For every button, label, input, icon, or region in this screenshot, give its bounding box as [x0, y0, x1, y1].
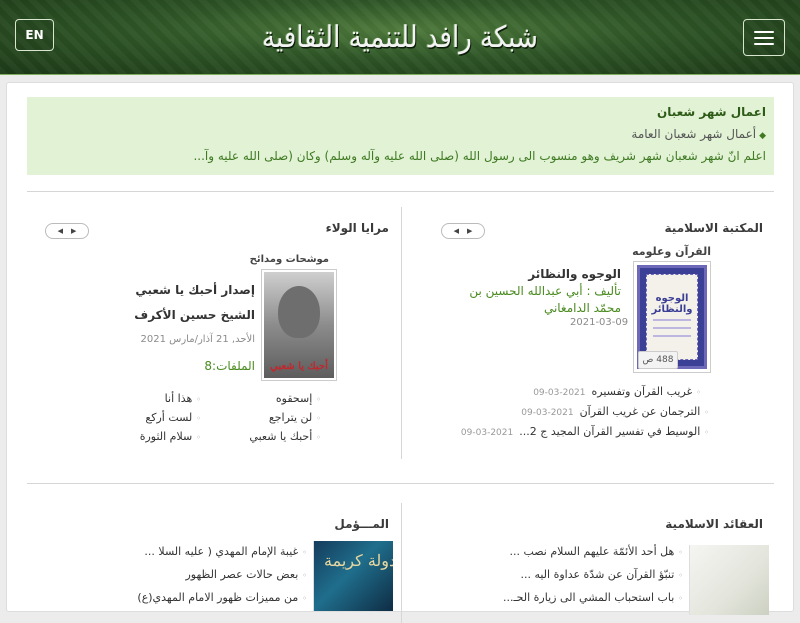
artist-name[interactable]: الشيخ حسين الأكرف	[134, 308, 255, 322]
bullet-icon: ◦	[696, 388, 701, 397]
notice-box: اعمال شهر شعبان ◆أعمال شهر شعبان العامة …	[27, 97, 774, 175]
list-item[interactable]: ◦غريب القرآن وتفسيره2021-03-09	[533, 385, 701, 398]
book-title[interactable]: الوجوه والنظائر	[528, 267, 621, 281]
bullet-icon: ◦	[196, 414, 201, 423]
bullet-icon: ◦	[678, 571, 683, 580]
aqaid-thumbnail[interactable]	[689, 545, 769, 615]
library-section-title[interactable]: المكتبة الاسلامية	[665, 221, 763, 235]
list-item[interactable]: ◦هل أحد الأئمّة عليهم السلام نصب ...	[509, 545, 683, 558]
release-title[interactable]: إصدار أحبك يا شعبي	[135, 283, 255, 297]
site-logo[interactable]: شبكة رافد للتنمية الثقافية	[260, 12, 540, 64]
mirrors-section-title[interactable]: مرايا الولاء	[326, 221, 389, 235]
bullet-icon: ◦	[196, 395, 201, 404]
bullet-icon: ◦	[678, 548, 683, 557]
next-arrow-icon[interactable]: ▶	[71, 227, 76, 235]
next-arrow-icon[interactable]: ▶	[467, 227, 472, 235]
mirrors-category[interactable]: موشحات ومدائح	[250, 254, 329, 265]
notice-text[interactable]: اعلم انّ شهر شعبان شهر شريف وهو منسوب ال…	[35, 145, 766, 167]
column-divider	[401, 503, 402, 623]
list-item[interactable]: ◦لن يتراجع	[269, 411, 321, 424]
mirrors-carousel-arrows[interactable]: ◀ ▶	[45, 223, 89, 239]
book-date: 2021-03-09	[570, 317, 629, 328]
book-cover-text: الوجوه والنظائر	[651, 293, 693, 315]
mumal-section-title[interactable]: المـــؤمل	[334, 517, 389, 531]
list-item[interactable]: ◦لست أركع	[145, 411, 201, 424]
bullet-icon: ◦	[316, 414, 321, 423]
menu-bar-icon	[754, 36, 774, 39]
files-count: الملفات:8	[204, 359, 255, 373]
bullet-icon: ◦	[316, 433, 321, 442]
diamond-icon: ◆	[759, 131, 766, 141]
bullet-icon: ◦	[302, 548, 307, 557]
prev-arrow-icon[interactable]: ◀	[454, 227, 459, 235]
site-header: EN شبكة رافد للتنمية الثقافية	[0, 0, 800, 75]
bullet-icon: ◦	[302, 594, 307, 603]
divider	[27, 483, 774, 484]
thumbnail-caption: أحبك يا شعبي	[270, 361, 328, 372]
list-item[interactable]: ◦غيبة الإمام المهدي ( عليه السلا ...	[144, 545, 307, 558]
column-divider	[401, 207, 402, 459]
logo-text: شبكة رافد للتنمية الثقافية	[262, 20, 538, 56]
list-item[interactable]: ◦باب استحباب المشي الى زيارة الحـ...	[503, 591, 683, 604]
prev-arrow-icon[interactable]: ◀	[58, 227, 63, 235]
bullet-icon: ◦	[302, 571, 307, 580]
notice-title[interactable]: اعمال شهر شعبان	[35, 101, 766, 123]
list-item[interactable]: ◦بعض حالات عصر الظهور	[185, 568, 307, 581]
language-button[interactable]: EN	[15, 19, 54, 51]
list-item[interactable]: ◦من مميزات ظهور الامام المهدي(ع)	[137, 591, 307, 604]
list-item[interactable]: ◦هذا أنا	[165, 392, 201, 405]
bullet-icon: ◦	[704, 408, 709, 417]
hamburger-menu-button[interactable]	[743, 19, 785, 56]
library-category[interactable]: القرآن وعلومه	[632, 245, 711, 258]
mumal-thumbnail[interactable]: دولة كريمة	[313, 541, 393, 611]
menu-bar-icon	[754, 42, 774, 45]
pages-badge: 488 ص	[638, 351, 678, 369]
divider	[27, 191, 774, 192]
list-item[interactable]: ◦سلام الثورة	[140, 430, 201, 443]
album-thumbnail[interactable]: أحبك يا شعبي	[261, 269, 337, 381]
bullet-icon: ◦	[678, 594, 683, 603]
release-date: الأحد, 21 آذار/مارس 2021	[140, 334, 255, 345]
list-item[interactable]: ◦الترجمان عن غريب القرآن2021-03-09	[521, 405, 709, 418]
bullet-icon: ◦	[196, 433, 201, 442]
menu-bar-icon	[754, 30, 774, 33]
notice-subtitle[interactable]: ◆أعمال شهر شعبان العامة	[35, 123, 766, 145]
thumbnail-calligraphy: دولة كريمة	[324, 551, 393, 570]
list-item[interactable]: ◦تنبّؤ القرآن عن شدّة عداوة اليه ...	[520, 568, 683, 581]
list-item[interactable]: ◦الوسيط في تفسير القرآن المجيد ج 2...202…	[461, 425, 709, 438]
bullet-icon: ◦	[316, 395, 321, 404]
library-carousel-arrows[interactable]: ◀ ▶	[441, 223, 485, 239]
bullet-icon: ◦	[704, 428, 709, 437]
aqaid-section-title[interactable]: العقائد الاسلامية	[665, 517, 763, 531]
list-item[interactable]: ◦إسحقوه	[276, 392, 321, 405]
main-panel: اعمال شهر شعبان ◆أعمال شهر شعبان العامة …	[6, 82, 794, 623]
book-author: تأليف : أبي عبدالله الحسين بن محمّد الدا…	[469, 284, 621, 315]
list-item[interactable]: ◦أحبك يا شعبي	[249, 430, 321, 443]
